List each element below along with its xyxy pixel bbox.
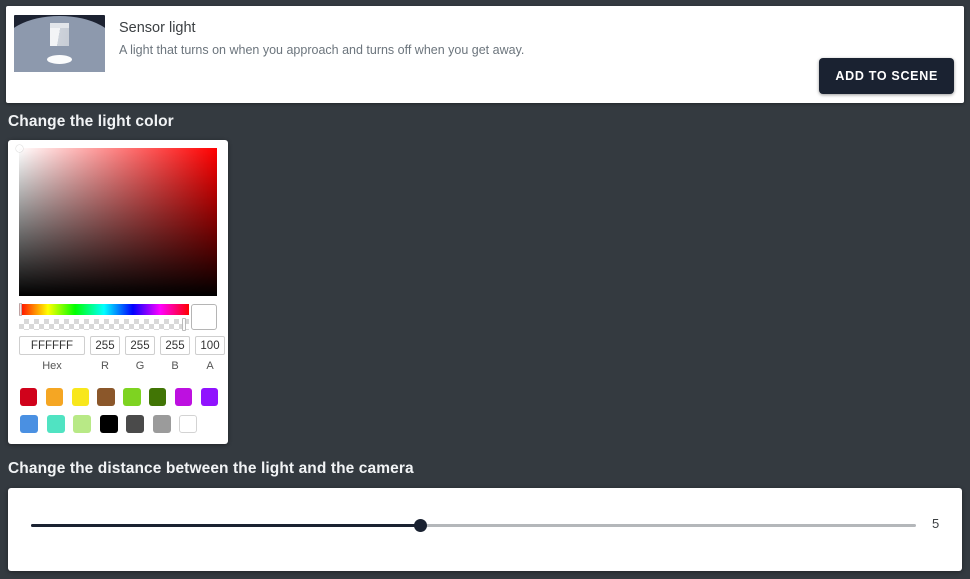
picker-sliders [19,303,189,331]
hue-slider[interactable] [19,303,189,316]
add-to-scene-row: ADD TO SCENE [819,58,954,94]
swatch-purple[interactable] [200,388,218,406]
color-section-heading: Change the light color [8,113,174,130]
blue-field-group: B [160,336,190,373]
swatch-yellow[interactable] [71,388,89,406]
alpha-slider[interactable] [19,318,189,331]
hex-field-group: Hex [19,336,85,373]
distance-slider[interactable] [31,518,916,534]
swatch-turquoise[interactable] [46,415,65,433]
swatch-blue[interactable] [20,415,38,433]
color-value-fields: Hex R G B A [19,336,225,373]
item-title: Sensor light [119,20,196,36]
swatch-gray[interactable] [152,415,171,433]
swatch-dark-gray[interactable] [126,415,144,433]
blue-field-label: B [171,360,179,372]
thumbnail-cube [50,23,69,46]
item-description: A light that turns on when you approach … [119,43,525,57]
swatch-brown[interactable] [97,388,115,406]
swatch-row [20,415,218,433]
green-field-group: G [125,336,155,373]
swatch-dark-green[interactable] [149,388,167,406]
swatch-black[interactable] [99,415,118,433]
item-card: Sensor light A light that turns on when … [6,6,964,103]
thumbnail-light-pool [47,55,72,64]
color-picker-card: Hex R G B A [8,140,228,444]
hue-slider-handle[interactable] [19,303,22,316]
alpha-field-group: A [195,336,225,373]
swatch-magenta[interactable] [174,388,193,406]
alpha-input[interactable] [195,336,225,355]
distance-slider-track-fill [31,524,421,527]
swatch-orange[interactable] [45,388,64,406]
saturation-value-area[interactable] [16,145,217,296]
hex-input[interactable] [19,336,85,355]
green-field-label: G [135,360,145,372]
red-field-group: R [90,336,120,373]
distance-slider-thumb[interactable] [414,519,428,532]
red-input[interactable] [90,336,120,355]
item-text-block: Sensor light A light that turns on when … [105,15,524,58]
alpha-slider-handle[interactable] [182,318,186,331]
add-to-scene-button[interactable]: ADD TO SCENE [819,58,954,94]
saturation-pointer[interactable] [16,145,23,152]
distance-slider-value: 5 [932,516,940,531]
swatch-pale-green[interactable] [73,415,91,433]
swatch-row [20,388,218,406]
distance-slider-card: 5 [8,488,962,571]
red-field-label: R [101,360,109,372]
blue-input[interactable] [160,336,190,355]
swatch-white[interactable] [179,415,197,433]
swatch-light-green[interactable] [123,388,141,406]
picker-slider-row [19,303,217,334]
green-input[interactable] [125,336,155,355]
swatch-crimson[interactable] [20,388,38,406]
alpha-field-label: A [206,360,214,372]
sensor-light-preview-thumbnail [14,15,105,72]
distance-section-heading: Change the distance between the light an… [8,460,414,477]
current-color-preview [191,304,217,330]
hex-field-label: Hex [42,360,62,372]
preset-swatches [20,388,218,442]
